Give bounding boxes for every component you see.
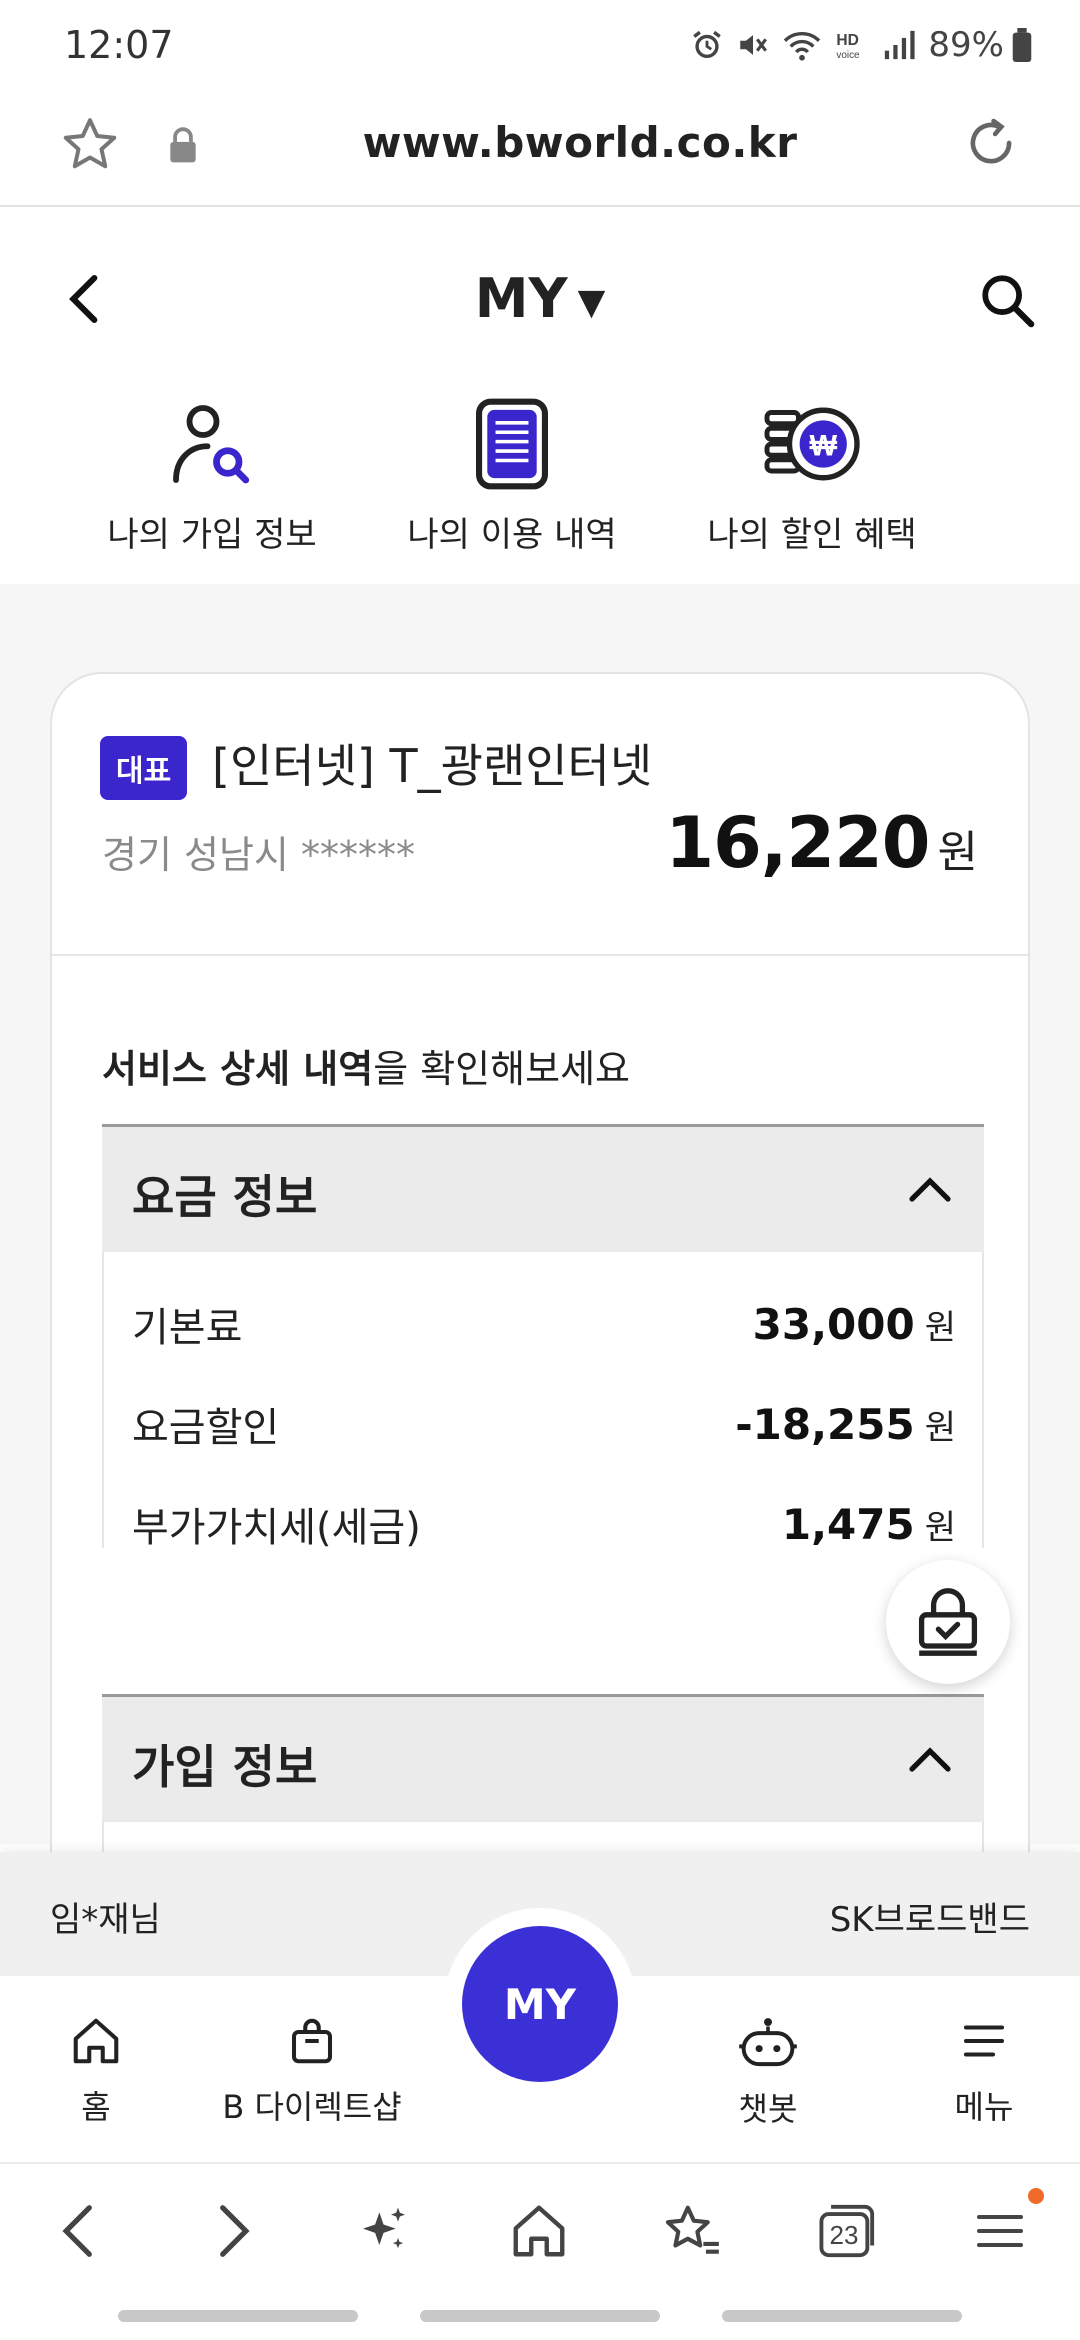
gesture-bar-left bbox=[118, 2310, 358, 2322]
bookmarks-star-icon[interactable] bbox=[662, 2200, 724, 2262]
company-name: SK브로드밴드 bbox=[829, 1900, 1030, 1940]
amount-unit: 원 bbox=[937, 827, 978, 878]
svg-text:HD: HD bbox=[837, 32, 860, 49]
fee-unit: 원 bbox=[924, 1307, 956, 1348]
coin-won-icon: ₩ bbox=[764, 407, 860, 481]
quick-link-label: 나의 할인 혜택 bbox=[707, 515, 917, 555]
primary-badge: 대표 bbox=[100, 736, 188, 800]
chevron-down-icon: ▼ bbox=[577, 281, 606, 323]
fee-unit: 원 bbox=[924, 1407, 956, 1448]
status-time: 12:07 bbox=[64, 23, 174, 67]
tab-count: 23 bbox=[829, 2220, 859, 2250]
nav-menu-label: 메뉴 bbox=[954, 2088, 1014, 2126]
status-icons: HD voice 89% bbox=[690, 25, 1032, 65]
fee-info-section: 요금 정보 기본료 33,000 원 요금할인 -18,255 원 부가가치세(… bbox=[102, 1124, 984, 1551]
nav-home-label: 홈 bbox=[81, 2088, 111, 2126]
nav-menu[interactable]: 메뉴 bbox=[934, 2014, 1034, 2128]
quick-link-label: 나의 이용 내역 bbox=[407, 515, 617, 555]
nav-home[interactable]: 홈 bbox=[46, 2014, 146, 2128]
fee-row-discount: 요금할인 -18,255 원 bbox=[132, 1394, 956, 1454]
detail-prompt: 서비스 상세 내역을 확인해보세요 bbox=[102, 1038, 630, 1093]
home-icon bbox=[73, 2018, 119, 2064]
svg-text:₩: ₩ bbox=[809, 430, 837, 462]
service-name: [인터넷] T_광랜인터넷 bbox=[212, 739, 653, 793]
chevron-up-icon[interactable] bbox=[906, 1169, 954, 1209]
fee-info-title: 요금 정보 bbox=[132, 1170, 318, 1224]
fee-label: 요금할인 bbox=[132, 1405, 280, 1451]
reload-icon[interactable] bbox=[960, 112, 1022, 174]
fee-info-header[interactable]: 요금 정보 bbox=[102, 1124, 984, 1252]
join-info-title: 가입 정보 bbox=[132, 1740, 318, 1794]
site-header: MY ▼ 나의 가입 정보 나의 이용 내역 ₩ 나의 할인 혜택 bbox=[0, 209, 1080, 584]
fee-value: 33,000 bbox=[752, 1299, 915, 1349]
detail-prompt-bold: 서비스 상세 내역 bbox=[102, 1047, 374, 1091]
chatbot-icon bbox=[739, 2018, 797, 2067]
user-search-icon bbox=[173, 405, 250, 484]
battery-percent: 89% bbox=[928, 25, 1004, 65]
browser-menu-icon[interactable] bbox=[972, 2200, 1028, 2262]
status-bar: 12:07 HD voice 89% bbox=[0, 0, 1080, 90]
lock-check-icon bbox=[918, 1588, 978, 1656]
amount-value: 16,220 bbox=[665, 802, 930, 884]
alarm-icon bbox=[693, 30, 722, 59]
quick-link-usage[interactable]: 나의 이용 내역 bbox=[362, 389, 662, 556]
fee-label: 부가가치세(세금) bbox=[132, 1505, 421, 1551]
quick-link-subscription[interactable]: 나의 가입 정보 bbox=[62, 389, 362, 556]
fee-unit: 원 bbox=[924, 1507, 956, 1548]
hamburger-menu-icon bbox=[963, 2025, 1005, 2057]
detail-prompt-rest: 을 확인해보세요 bbox=[373, 1047, 630, 1091]
sparkle-assistant-icon[interactable] bbox=[356, 2200, 412, 2262]
wifi-icon bbox=[784, 32, 821, 61]
document-list-icon bbox=[476, 398, 548, 490]
page-title-dropdown[interactable]: MY ▼ bbox=[0, 267, 1080, 330]
nav-chatbot[interactable]: 챗봇 bbox=[718, 2014, 818, 2130]
gesture-bar-right bbox=[722, 2310, 962, 2322]
tabs-button[interactable]: 23 bbox=[816, 2202, 880, 2260]
svg-text:voice: voice bbox=[837, 50, 861, 61]
fee-info-body: 기본료 33,000 원 요금할인 -18,255 원 부가가치세(세금) 1,… bbox=[102, 1252, 984, 1551]
browser-url-bar: www.bworld.co.kr bbox=[0, 90, 1080, 207]
shopping-bag-icon bbox=[291, 2018, 333, 2064]
mute-icon bbox=[740, 35, 768, 55]
browser-back-icon[interactable] bbox=[52, 2200, 106, 2262]
quick-link-discount[interactable]: ₩ 나의 할인 혜택 bbox=[662, 389, 962, 556]
fee-value: 1,475 bbox=[781, 1499, 915, 1549]
search-icon[interactable] bbox=[978, 271, 1036, 329]
nav-chatbot-label: 챗봇 bbox=[738, 2090, 798, 2128]
nav-shop-label: B 다이렉트샵 bbox=[222, 2088, 402, 2126]
hd-voice-icon: HDvoice bbox=[837, 32, 861, 61]
battery-icon bbox=[1012, 28, 1032, 62]
service-card: 대표 [인터넷] T_광랜인터넷 경기 성남시 ****** 16,220 원 … bbox=[50, 672, 1030, 1932]
fee-label: 기본료 bbox=[132, 1305, 243, 1351]
page-title: MY bbox=[474, 267, 568, 330]
fee-row-vat: 부가가치세(세금) 1,475 원 bbox=[132, 1494, 956, 1554]
notification-dot bbox=[1028, 2188, 1044, 2204]
gesture-bar-center bbox=[420, 2310, 660, 2322]
quick-link-label: 나의 가입 정보 bbox=[107, 515, 317, 555]
service-summary[interactable]: 대표 [인터넷] T_광랜인터넷 경기 성남시 ****** 16,220 원 bbox=[52, 674, 1028, 956]
monthly-amount: 16,220 원 bbox=[665, 802, 978, 884]
user-name: 임*재님 bbox=[50, 1900, 161, 1940]
browser-forward-icon[interactable] bbox=[206, 2200, 260, 2262]
url-text[interactable]: www.bworld.co.kr bbox=[0, 118, 1080, 167]
battery: 89% bbox=[928, 25, 1032, 65]
chevron-up-icon[interactable] bbox=[906, 1739, 954, 1779]
browser-home-icon[interactable] bbox=[508, 2200, 570, 2262]
nav-my-button[interactable]: MY bbox=[462, 1926, 618, 2082]
nav-direct-shop[interactable]: B 다이렉트샵 bbox=[212, 2014, 412, 2128]
service-address: 경기 성남시 ****** bbox=[102, 833, 415, 877]
fee-value: -18,255 bbox=[735, 1399, 915, 1449]
fee-row-base: 기본료 33,000 원 bbox=[132, 1294, 956, 1354]
signal-icon bbox=[885, 30, 916, 60]
security-lock-button[interactable] bbox=[886, 1560, 1010, 1684]
join-info-header[interactable]: 가입 정보 bbox=[102, 1694, 984, 1822]
